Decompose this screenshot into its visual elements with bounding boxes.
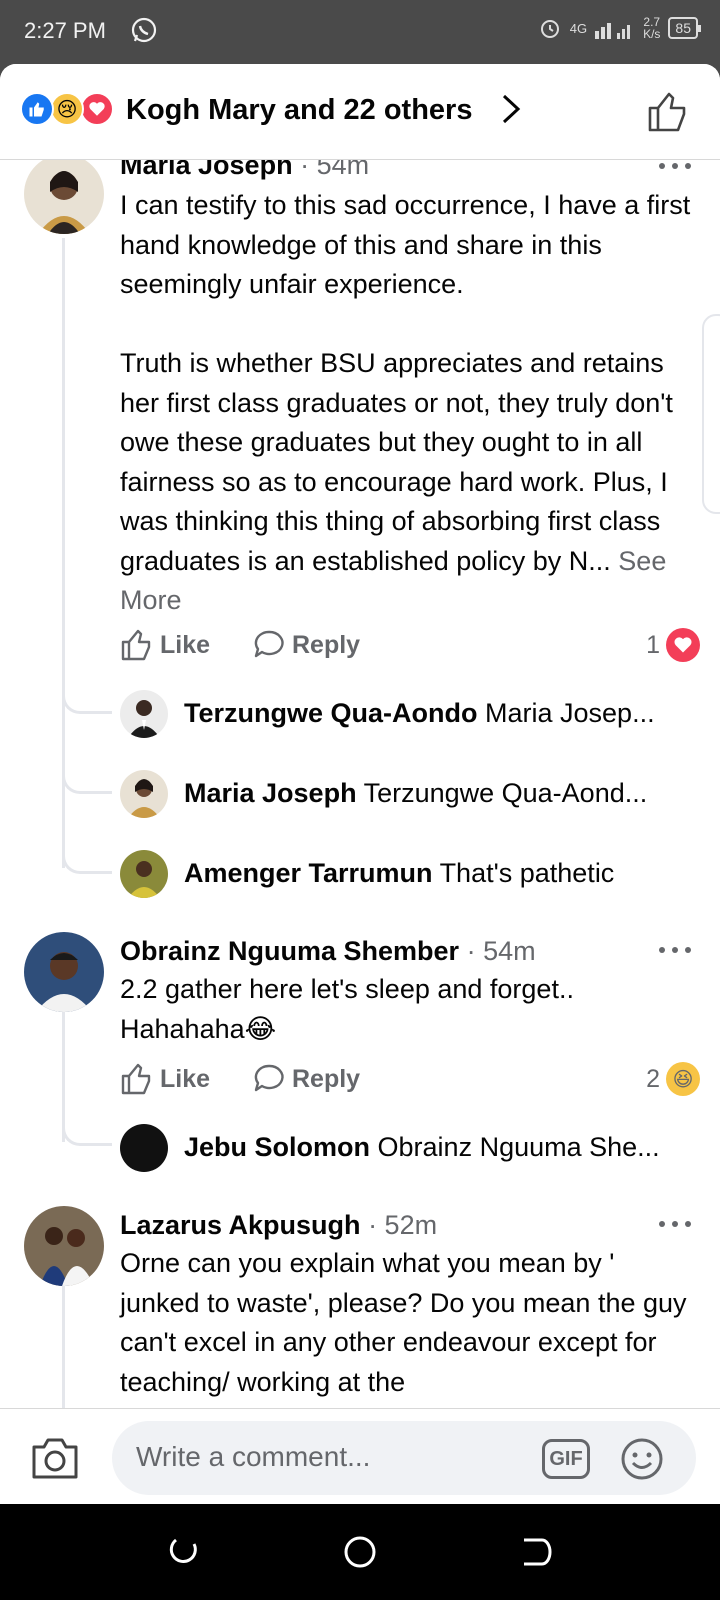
back-icon[interactable] [518,1534,554,1570]
reply-button[interactable]: Reply [252,1062,360,1096]
reply-text: Maria Josep... [485,698,655,728]
more-options-icon[interactable] [658,162,692,170]
avatar[interactable] [120,690,168,738]
comment-body: 2.2 gather here let's sleep and forget..… [120,974,574,1044]
avatar[interactable] [120,1124,168,1172]
reply-connector [62,850,112,874]
alarm-icon [540,20,559,38]
comment-composer: Write a comment... GIF [0,1408,720,1504]
reply-connector [62,770,112,794]
comment-actions: Like Reply 1 [120,628,700,664]
reply-author[interactable]: Amenger Tarrumun [184,858,433,888]
reply-text: That's pathetic [439,858,615,888]
comment-body: Orne can you explain what you mean by ' … [120,1248,687,1397]
comment-time[interactable]: · 54m [300,160,369,180]
reply-icon [254,630,284,658]
battery-indicator: 85 [668,17,701,39]
love-reaction-icon [80,92,114,126]
comment-author[interactable]: Lazarus Akpusugh [120,1210,361,1240]
reply-author[interactable]: Terzungwe Qua-Aondo [184,698,477,728]
avatar[interactable] [24,932,104,1012]
reply-connector [62,1122,112,1146]
network-speed: 2.7 K/s [643,15,661,41]
reaction-icons: 😢 [20,92,120,126]
comment-author[interactable]: Maria Joseph [120,160,293,180]
status-time: 2:27 PM [24,18,106,43]
chevron-right-icon[interactable] [500,92,522,126]
sad-reaction-icon: 😢 [50,92,84,126]
whatsapp-icon [131,17,157,43]
comment-header: Obrainz Nguuma Shember · 54m [120,936,536,967]
reactions-summary[interactable]: Kogh Mary and 22 others [126,94,472,127]
comment-input[interactable]: Write a comment... GIF [112,1421,696,1495]
reply-item[interactable]: Jebu Solomon Obrainz Nguuma She... [184,1132,684,1163]
reply-item[interactable]: Amenger Tarrumun That's pathetic [184,858,684,889]
comment-header: Maria Joseph · 54m [120,160,369,181]
like-button[interactable]: Like [120,628,210,662]
like-reaction-icon [20,92,54,126]
comment-time[interactable]: · 52m [368,1210,437,1240]
status-bar: 2:27 PM 4G 2.7 K/s 85 [0,0,720,64]
thread-line [62,1286,65,1408]
reply-icon [254,1064,284,1092]
more-options-icon[interactable] [658,1220,692,1228]
reply-author[interactable]: Jebu Solomon [184,1132,370,1162]
reaction-count[interactable]: 1 [646,628,700,662]
comment-placeholder: Write a comment... [136,1441,371,1472]
comment-time[interactable]: · 54m [467,936,536,966]
like-icon [121,1063,151,1095]
reply-item[interactable]: Maria Joseph Terzungwe Qua-Aond... [184,778,684,809]
comment-author[interactable]: Obrainz Nguuma Shember [120,936,459,966]
like-button[interactable]: Like [120,1062,210,1096]
like-icon [121,629,151,661]
avatar[interactable] [120,770,168,818]
signal-icon [595,23,631,39]
reaction-count[interactable]: 2 😆 [646,1062,700,1096]
comments-sheet: 😢 Kogh Mary and 22 others Maria Joseph ·… [0,64,720,1504]
gif-button[interactable]: GIF [542,1439,590,1479]
comment-header: Lazarus Akpusugh · 52m [120,1210,437,1241]
camera-icon[interactable] [30,1435,80,1481]
reply-author[interactable]: Maria Joseph [184,778,357,808]
navigation-bar [0,1504,720,1600]
status-indicators: 4G 2.7 K/s 85 [538,15,701,41]
love-reaction-icon [666,628,700,662]
reply-button[interactable]: Reply [252,628,360,662]
comment-actions: Like Reply 2 😆 [120,1062,700,1098]
haha-reaction-icon: 😆 [666,1062,700,1096]
comment-body: I can testify to this sad occurrence, I … [120,190,691,615]
comments-feed: Maria Joseph · 54m I can testify to this… [0,160,720,1408]
emoji-icon[interactable] [620,1437,664,1481]
reply-item[interactable]: Terzungwe Qua-Aondo Maria Josep... [184,698,684,729]
avatar[interactable] [120,850,168,898]
reply-text: Obrainz Nguuma She... [377,1132,660,1162]
more-options-icon[interactable] [658,946,692,954]
avatar[interactable] [24,1206,104,1286]
reply-connector [62,690,112,714]
home-icon[interactable] [342,1534,378,1570]
avatar[interactable] [24,160,104,234]
reactions-header[interactable]: 😢 Kogh Mary and 22 others [0,64,720,160]
recent-apps-icon[interactable] [166,1534,202,1570]
reply-text: Terzungwe Qua-Aond... [363,778,648,808]
network-type: 4G [569,20,588,36]
like-post-button[interactable] [646,90,690,134]
